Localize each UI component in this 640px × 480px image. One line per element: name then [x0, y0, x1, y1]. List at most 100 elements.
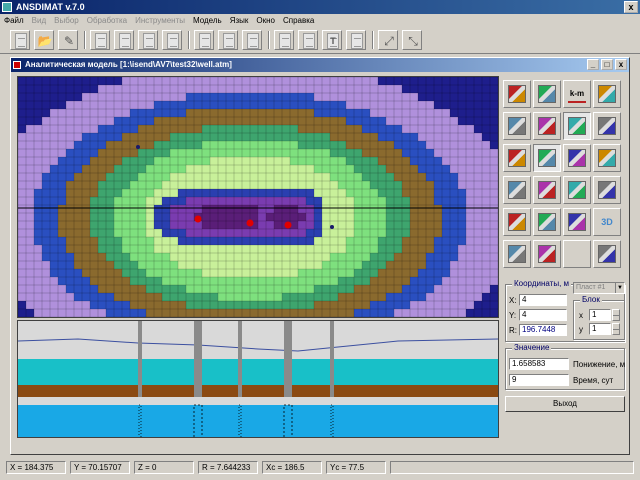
y-coordinate-field[interactable]: 4 [519, 309, 567, 321]
doc-button-3[interactable] [138, 30, 158, 50]
contour-cell [258, 165, 266, 173]
layer-select[interactable]: Пласт #1 ▼ [573, 282, 625, 294]
menu-select[interactable]: Выбор [50, 14, 83, 28]
contour-cell [18, 285, 26, 293]
contour-cell [42, 317, 50, 318]
window-view-button[interactable] [563, 112, 591, 140]
bar-chart-button[interactable] [533, 176, 561, 204]
doc-button-1[interactable] [90, 30, 110, 50]
document-icon [95, 33, 107, 49]
grid-select-button[interactable] [503, 176, 531, 204]
doc-button-2[interactable] [114, 30, 134, 50]
doc-button-9[interactable] [298, 30, 318, 50]
text-doc-button[interactable]: T [322, 30, 342, 50]
menu-file[interactable]: Файл [0, 14, 28, 28]
contour-cell [450, 189, 458, 197]
doc-button-10[interactable] [346, 30, 366, 50]
contour-cell [402, 157, 410, 165]
contour-cell [410, 261, 418, 269]
contour-cell [42, 285, 50, 293]
contour-cell [322, 165, 330, 173]
open-button[interactable]: 📂 [34, 30, 54, 50]
contour-cell [402, 237, 410, 245]
menu-view[interactable]: Вид [28, 14, 50, 28]
r-coordinate-field[interactable]: 196.7448 [519, 324, 567, 336]
color-grid-button[interactable] [533, 208, 561, 236]
3d-view-button[interactable]: 3D [593, 208, 621, 236]
doc-button-4[interactable] [162, 30, 182, 50]
block-x-field[interactable]: 1 [589, 309, 611, 321]
funnel-down-icon [568, 149, 586, 167]
contour-cell [466, 197, 474, 205]
menu-tools[interactable]: Инструменты [131, 14, 189, 28]
time-field[interactable]: 9 [509, 374, 569, 386]
import-doc-button[interactable] [533, 240, 561, 268]
edit-button[interactable]: ✎ [58, 30, 78, 50]
well-marker[interactable] [194, 215, 202, 223]
new-document-button[interactable] [10, 30, 30, 50]
contour-cell [322, 117, 330, 125]
cancel-pen-button[interactable] [593, 240, 621, 268]
well-button[interactable] [533, 80, 561, 108]
menu-window[interactable]: Окно [252, 14, 279, 28]
well-marker[interactable] [246, 219, 254, 227]
well-marker[interactable] [284, 221, 292, 229]
x-coordinate-field[interactable]: 4 [519, 294, 567, 306]
compress-button[interactable] [533, 112, 561, 140]
contour-cell [306, 165, 314, 173]
export-chart-button[interactable] [563, 176, 591, 204]
contour-cell [314, 125, 322, 133]
menu-process[interactable]: Обработка [83, 14, 131, 28]
contour-cell [282, 245, 290, 253]
contour-cell [306, 157, 314, 165]
maximize-button[interactable]: □ [601, 59, 613, 70]
map-points-button[interactable] [593, 80, 621, 108]
contour-cell [274, 101, 282, 109]
collapse-button[interactable]: ⤡ [402, 30, 422, 50]
table-grid-button[interactable] [593, 112, 621, 140]
graph-curve-button[interactable] [533, 144, 561, 172]
block-y-field[interactable]: 1 [589, 323, 611, 335]
crosshair-button[interactable] [503, 144, 531, 172]
window-close-button[interactable]: x [615, 59, 627, 70]
expand-button[interactable]: ⤢ [378, 30, 398, 50]
minimize-button[interactable]: _ [587, 59, 599, 70]
contour-map[interactable] [17, 76, 499, 318]
contour-cell [322, 197, 330, 205]
contour-cell [162, 317, 170, 318]
layer-profile-button[interactable] [503, 80, 531, 108]
well-marker[interactable] [330, 225, 334, 229]
menu-model[interactable]: Модель [189, 14, 226, 28]
km-button[interactable]: k-m [563, 80, 591, 108]
grid-button[interactable] [593, 176, 621, 204]
contour-cell [58, 117, 66, 125]
app-close-button[interactable]: x [624, 1, 638, 13]
menu-help[interactable]: Справка [279, 14, 318, 28]
drawdown-value-field[interactable]: 1.658583 [509, 358, 569, 370]
well-marker[interactable] [136, 145, 140, 149]
doc-button-7[interactable] [242, 30, 262, 50]
contour-cell [386, 101, 394, 109]
doc-button-5[interactable] [194, 30, 214, 50]
funnel-button[interactable] [593, 144, 621, 172]
contour-cell [282, 157, 290, 165]
contour-cell [274, 181, 282, 189]
grid-list-button[interactable] [503, 208, 531, 236]
contour-cell [298, 85, 306, 93]
contour-map-canvas[interactable] [18, 77, 499, 318]
film-reel-button[interactable] [563, 208, 591, 236]
menu-language[interactable]: Язык [226, 14, 253, 28]
image-stack-button[interactable] [503, 240, 531, 268]
block-y-spinner[interactable] [612, 323, 620, 335]
doc-button-8[interactable] [274, 30, 294, 50]
block-x-spinner[interactable] [612, 309, 620, 321]
zoom-region-button[interactable] [503, 112, 531, 140]
contour-cell [386, 285, 394, 293]
contour-cell [306, 149, 314, 157]
exit-button[interactable]: Выход [505, 396, 625, 412]
blank-button[interactable] [563, 240, 591, 268]
contour-cell [50, 165, 58, 173]
cross-section-view[interactable] [17, 320, 499, 438]
doc-button-6[interactable] [218, 30, 238, 50]
funnel-down-button[interactable] [563, 144, 591, 172]
